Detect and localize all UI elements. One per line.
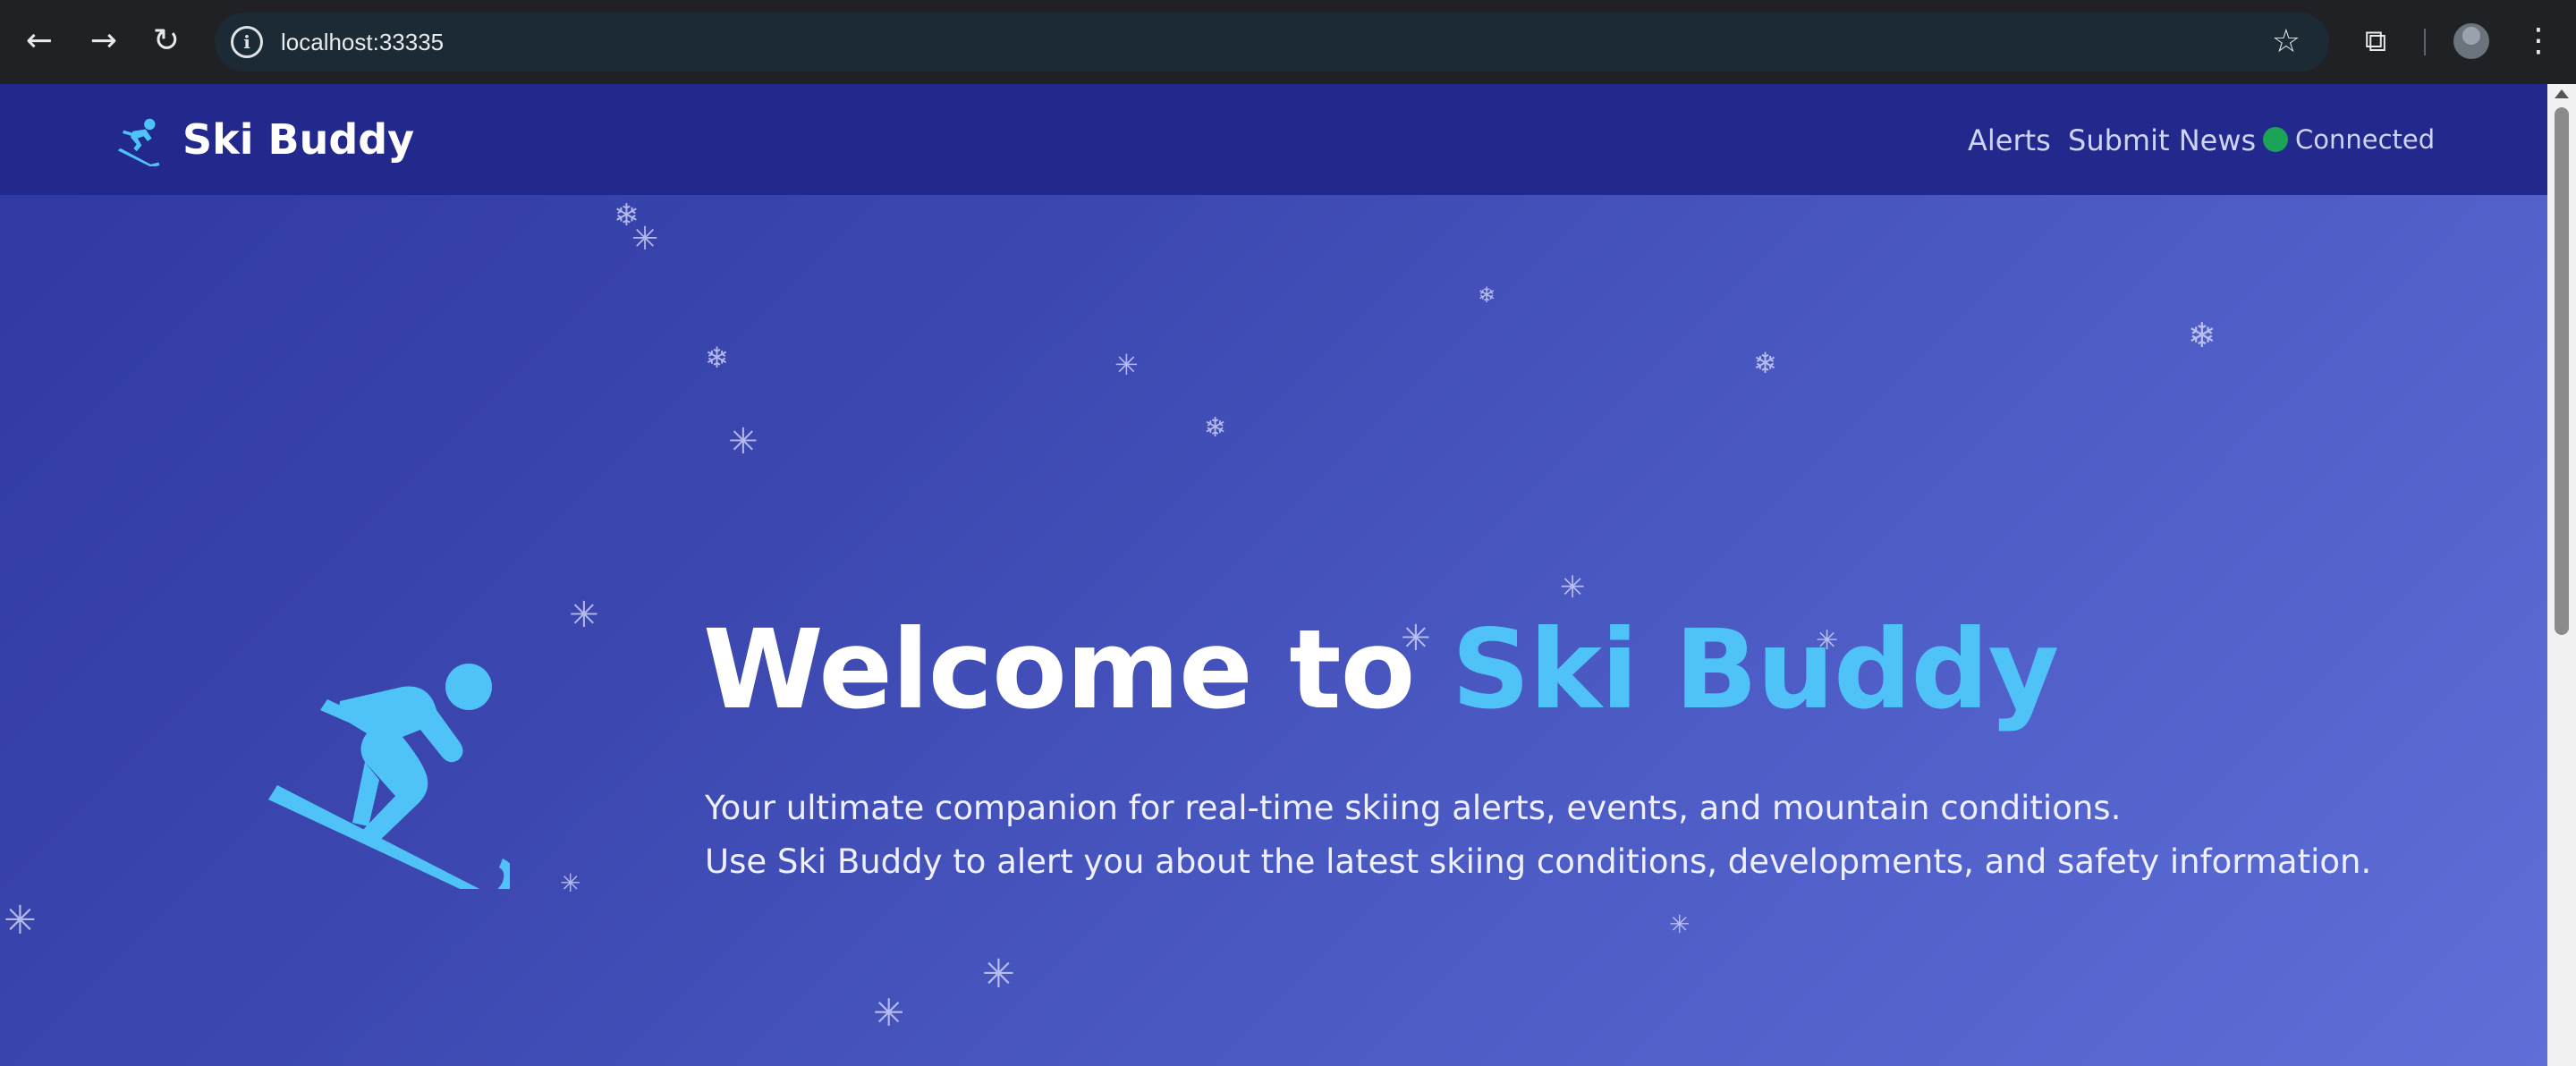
brand-name[interactable]: Ski Buddy	[182, 111, 414, 168]
page-viewport: Ski Buddy Alerts Submit News Connected W…	[0, 84, 2547, 1066]
nav-link-alerts[interactable]: Alerts	[1968, 120, 2051, 161]
snowflake-icon: ✳	[1401, 618, 1431, 659]
snowflake-icon: ❄	[2188, 316, 2216, 355]
snowflake-icon: ❄	[1478, 283, 1496, 308]
snowflake-icon: ✳	[1114, 348, 1139, 382]
snowflake-icon: ✳	[982, 952, 1015, 997]
puzzle-icon[interactable]: ⧉	[2352, 18, 2399, 64]
snowflake-icon: ✳	[873, 991, 905, 1035]
hero-title-prefix: Welcome to	[703, 606, 1452, 733]
snowflake-icon: ❄	[1204, 412, 1227, 444]
info-icon[interactable]: i	[231, 26, 263, 58]
address-bar[interactable]: i localhost:33335 ☆	[215, 13, 2329, 72]
hero-title-accent: Ski Buddy	[1451, 606, 2059, 733]
scroll-up-arrow[interactable]	[2555, 89, 2569, 98]
reload-icon: ↻	[152, 22, 181, 59]
snowflake-icon: ✳	[631, 221, 659, 258]
star-icon[interactable]: ☆	[2272, 13, 2301, 72]
hero-tagline: Your ultimate companion for real-time sk…	[705, 789, 2122, 827]
snowflake-icon: ✳	[560, 868, 581, 898]
hero-title: Welcome to Ski Buddy	[703, 606, 2059, 733]
reload-button[interactable]: ↻	[143, 18, 190, 64]
skier-icon	[268, 664, 510, 889]
site-navbar: Ski Buddy Alerts Submit News Connected	[0, 84, 2547, 195]
snowflake-icon: ✳	[1669, 909, 1690, 939]
snowflake-icon: ✳	[1560, 570, 1586, 605]
forward-button[interactable]: →	[80, 18, 127, 64]
connection-status-label: Connected	[2295, 124, 2436, 155]
nav-link-submit-news[interactable]: Submit News	[2068, 120, 2256, 161]
snowflake-icon: ❄	[1753, 346, 1777, 380]
back-button[interactable]: ←	[16, 18, 63, 64]
avatar[interactable]	[2453, 23, 2489, 59]
url-text[interactable]: localhost:33335	[281, 13, 444, 72]
scroll-thumb[interactable]	[2555, 107, 2569, 635]
kebab-icon[interactable]: ⋮	[2521, 18, 2556, 64]
connection-status-dot	[2263, 127, 2288, 152]
snowflake-icon: ✳	[4, 898, 37, 943]
snowflake-icon: ✳	[1816, 625, 1839, 656]
arrow-left-icon: ←	[25, 22, 54, 59]
page-scrollbar[interactable]	[2547, 84, 2576, 1066]
skier-icon[interactable]	[113, 116, 165, 166]
toolbar-divider	[2424, 29, 2426, 55]
snowflake-icon: ✳	[569, 595, 599, 636]
snowflake-icon: ✳	[728, 421, 758, 462]
hero-description: Use Ski Buddy to alert you about the lat…	[705, 842, 2372, 881]
arrow-right-icon: →	[89, 22, 118, 59]
snowflake-icon: ❄	[705, 341, 729, 375]
browser-toolbar: ← → ↻ i localhost:33335 ☆ ⧉ ⋮	[0, 0, 2576, 84]
